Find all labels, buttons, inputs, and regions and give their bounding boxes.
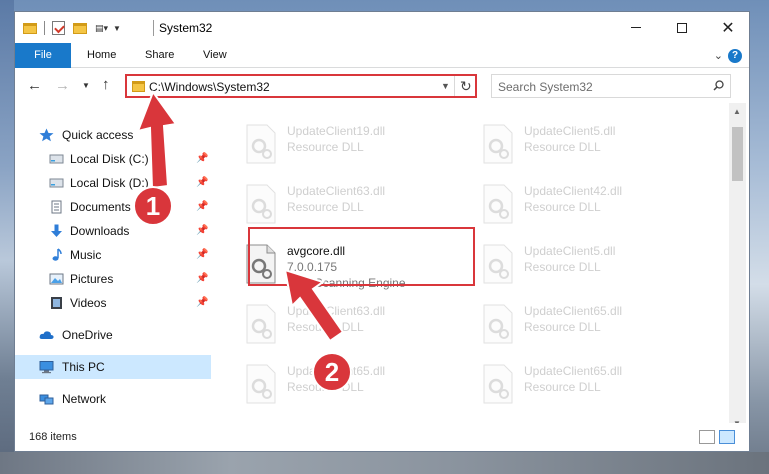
callout-step-1: 1 bbox=[133, 186, 173, 226]
arrow-1 bbox=[136, 89, 178, 190]
annotation-arrows bbox=[136, 89, 345, 343]
callout-step-2: 2 bbox=[312, 352, 352, 392]
arrow-2 bbox=[283, 268, 345, 343]
